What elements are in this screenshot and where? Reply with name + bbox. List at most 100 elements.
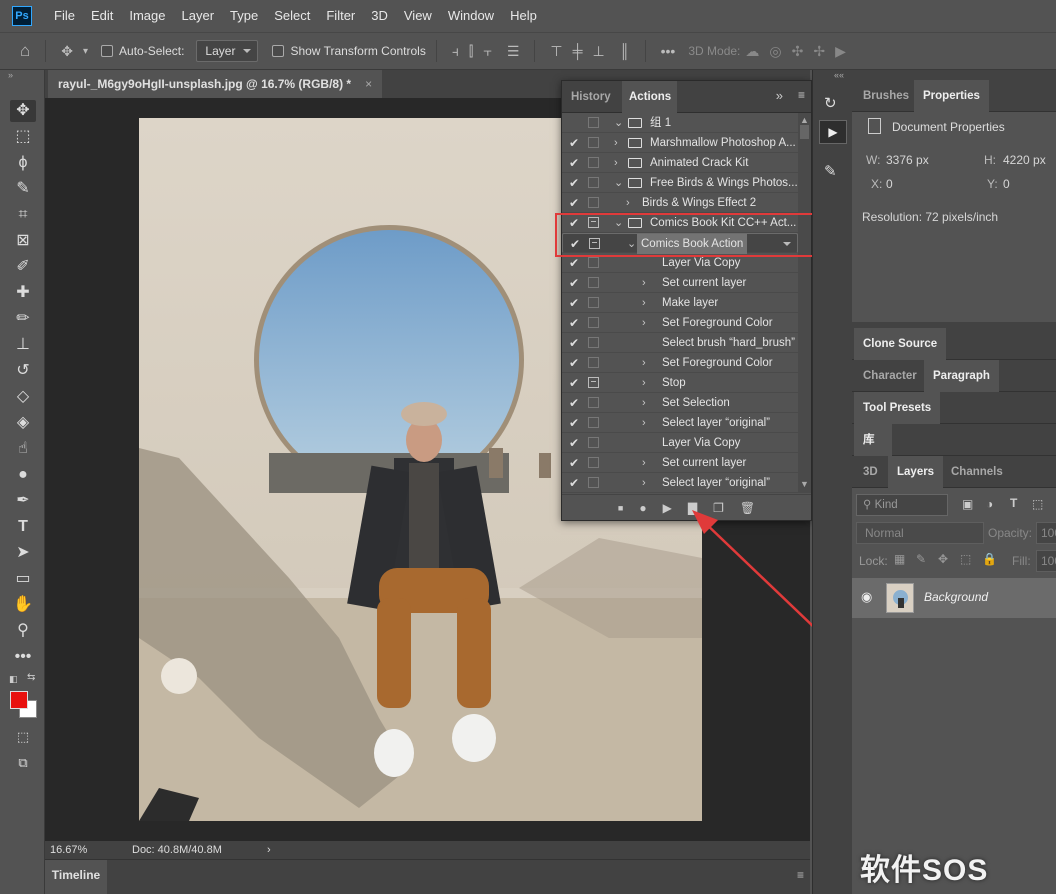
action-row[interactable]: ✔ › Make layer (562, 293, 798, 313)
status-menu-arrow[interactable]: › (267, 841, 271, 859)
blend-mode-dropdown[interactable]: Normal (856, 522, 984, 544)
toggle-check-icon[interactable]: ✔ (568, 413, 580, 433)
3d-slide-icon[interactable]: ✢ (813, 43, 825, 60)
history-panel-icon[interactable]: ↻ (824, 94, 837, 112)
toggle-check-icon[interactable]: ✔ (568, 273, 580, 293)
tab-properties[interactable]: Properties (914, 80, 989, 112)
show-transform-checkbox[interactable]: Show Transform Controls (272, 44, 426, 58)
action-row[interactable]: ⌄ 组 1 (562, 113, 798, 133)
filter-type-icon[interactable]: T (1010, 496, 1017, 510)
chevron-right-icon[interactable]: › (626, 193, 630, 213)
dialog-toggle-icon[interactable] (588, 317, 599, 328)
fill-input[interactable]: 100 (1036, 550, 1056, 572)
panel-menu-icon[interactable]: ≡ (797, 868, 804, 882)
action-row[interactable]: ✔ ⌄ Free Birds & Wings Photos... (562, 173, 798, 193)
toggle-check-icon[interactable]: ✔ (568, 433, 580, 453)
tab-clone-source[interactable]: Clone Source (854, 328, 947, 360)
menu-type[interactable]: Type (222, 0, 266, 32)
tab-timeline[interactable]: Timeline (45, 860, 107, 894)
more-tools-icon[interactable]: ••• (10, 646, 36, 668)
home-icon[interactable]: ⌂ (20, 41, 30, 61)
zoom-level[interactable]: 16.67% (50, 841, 87, 859)
toggle-check-icon[interactable]: ✔ (568, 173, 580, 193)
close-icon[interactable]: × (365, 70, 372, 98)
align-center-icon[interactable]: ⫿ (469, 43, 473, 60)
path-select-tool[interactable]: ➤ (10, 542, 36, 564)
tab-paragraph[interactable]: Paragraph (924, 360, 999, 392)
layer-name[interactable]: Background (924, 590, 988, 604)
filter-pixel-icon[interactable]: ▣ (962, 497, 973, 511)
toggle-check-icon[interactable]: ✔ (568, 293, 580, 313)
layer-row-background[interactable]: ◉ Background (852, 578, 1056, 618)
toggle-check-icon[interactable]: ✔ (568, 473, 580, 493)
action-row[interactable]: ✔ › Birds & Wings Effect 2 (562, 193, 798, 213)
chevron-right-icon[interactable]: › (642, 293, 646, 313)
tab-character[interactable]: Character (854, 360, 926, 392)
tab-channels[interactable]: Channels (942, 456, 1012, 488)
document-tab[interactable]: rayul-_M6gy9oHgII-unsplash.jpg @ 16.7% (… (48, 70, 383, 98)
action-row[interactable]: ✔ › Set current layer (562, 453, 798, 473)
collapse-icon[interactable]: « (834, 70, 839, 80)
actions-scrollbar[interactable]: ▲ ▼ (798, 113, 811, 493)
eyedropper-tool[interactable]: ✐ (10, 256, 36, 278)
clone-stamp-tool[interactable]: ⊥ (10, 334, 36, 356)
chevron-right-icon[interactable]: › (642, 273, 646, 293)
tab-actions[interactable]: Actions (622, 81, 677, 113)
chevron-right-icon[interactable]: › (642, 353, 646, 373)
align-right-icon[interactable]: ⫟ (483, 43, 491, 60)
move-tool-icon[interactable]: ✥ (61, 43, 73, 60)
lock-pixels-icon[interactable]: ▦ (894, 552, 905, 566)
filter-shape-icon[interactable]: ⬚ (1032, 497, 1043, 511)
rectangle-tool[interactable]: ▭ (10, 568, 36, 590)
y-value[interactable]: 0 (1003, 177, 1010, 191)
dialog-toggle-icon[interactable] (588, 197, 599, 208)
brush-settings-icon[interactable]: ✎ (824, 162, 837, 180)
action-row[interactable]: ✔ › Animated Crack Kit (562, 153, 798, 173)
pen-tool[interactable]: ✒ (10, 490, 36, 512)
chevron-right-icon[interactable]: › (642, 313, 646, 333)
align-top-icon[interactable]: ⊤ (550, 43, 562, 60)
swap-colors-icon[interactable]: ⇆ (27, 672, 35, 683)
menu-file[interactable]: File (46, 0, 83, 32)
toggle-check-icon[interactable]: ✔ (568, 393, 580, 413)
tab-layers[interactable]: Layers (888, 456, 944, 488)
action-row[interactable]: ✔ Select brush “hard_brush” (562, 333, 798, 353)
align-bottom-icon[interactable]: ⊥ (593, 43, 605, 60)
action-row[interactable]: ✔ › Marshmallow Photoshop A... (562, 133, 798, 153)
toggle-check-icon[interactable]: ✔ (568, 153, 580, 173)
3d-camera-icon[interactable]: ▶ (835, 43, 846, 60)
marquee-tool[interactable]: ⬚ (10, 126, 36, 148)
chevron-down-icon[interactable]: ⌄ (614, 113, 623, 133)
tab-3d[interactable]: 3D (854, 456, 887, 488)
align-left-icon[interactable]: ⫞ (452, 43, 459, 60)
action-row[interactable]: ✔ › Set Foreground Color (562, 313, 798, 333)
lasso-tool[interactable]: ϕ (10, 152, 36, 174)
quick-select-tool[interactable]: ✎ (10, 178, 36, 200)
action-row[interactable]: ✔ › Select layer “original” (562, 413, 798, 433)
3d-drag-icon[interactable]: ✣ (792, 43, 804, 60)
tab-history[interactable]: History (563, 81, 619, 113)
toggle-check-icon[interactable]: ✔ (568, 313, 580, 333)
menu-help[interactable]: Help (502, 0, 545, 32)
menu-select[interactable]: Select (266, 0, 318, 32)
smudge-tool[interactable]: ☝ (10, 438, 36, 460)
dialog-toggle-icon[interactable] (588, 297, 599, 308)
action-row[interactable]: ✔ Layer Via Copy (562, 433, 798, 453)
height-value[interactable]: 4220 px (1003, 153, 1046, 167)
action-row[interactable]: ✔ › Set Foreground Color (562, 353, 798, 373)
chevron-right-icon[interactable]: › (642, 473, 646, 493)
menu-view[interactable]: View (396, 0, 440, 32)
3d-roll-icon[interactable]: ◎ (769, 43, 781, 60)
zoom-tool[interactable]: ⚲ (10, 620, 36, 642)
stop-button[interactable]: ■ (618, 503, 623, 513)
distribute-icon[interactable]: ☰ (507, 43, 520, 60)
eraser-tool[interactable]: ◇ (10, 386, 36, 408)
dialog-toggle-icon[interactable] (588, 477, 599, 488)
brush-tool[interactable]: ✏ (10, 308, 36, 330)
menu-layer[interactable]: Layer (174, 0, 223, 32)
dialog-toggle-icon[interactable] (588, 277, 599, 288)
chevron-right-icon[interactable]: › (642, 393, 646, 413)
dialog-toggle-icon[interactable] (588, 337, 599, 348)
chevron-right-icon[interactable]: › (642, 453, 646, 473)
chevron-right-icon[interactable]: › (614, 133, 618, 153)
